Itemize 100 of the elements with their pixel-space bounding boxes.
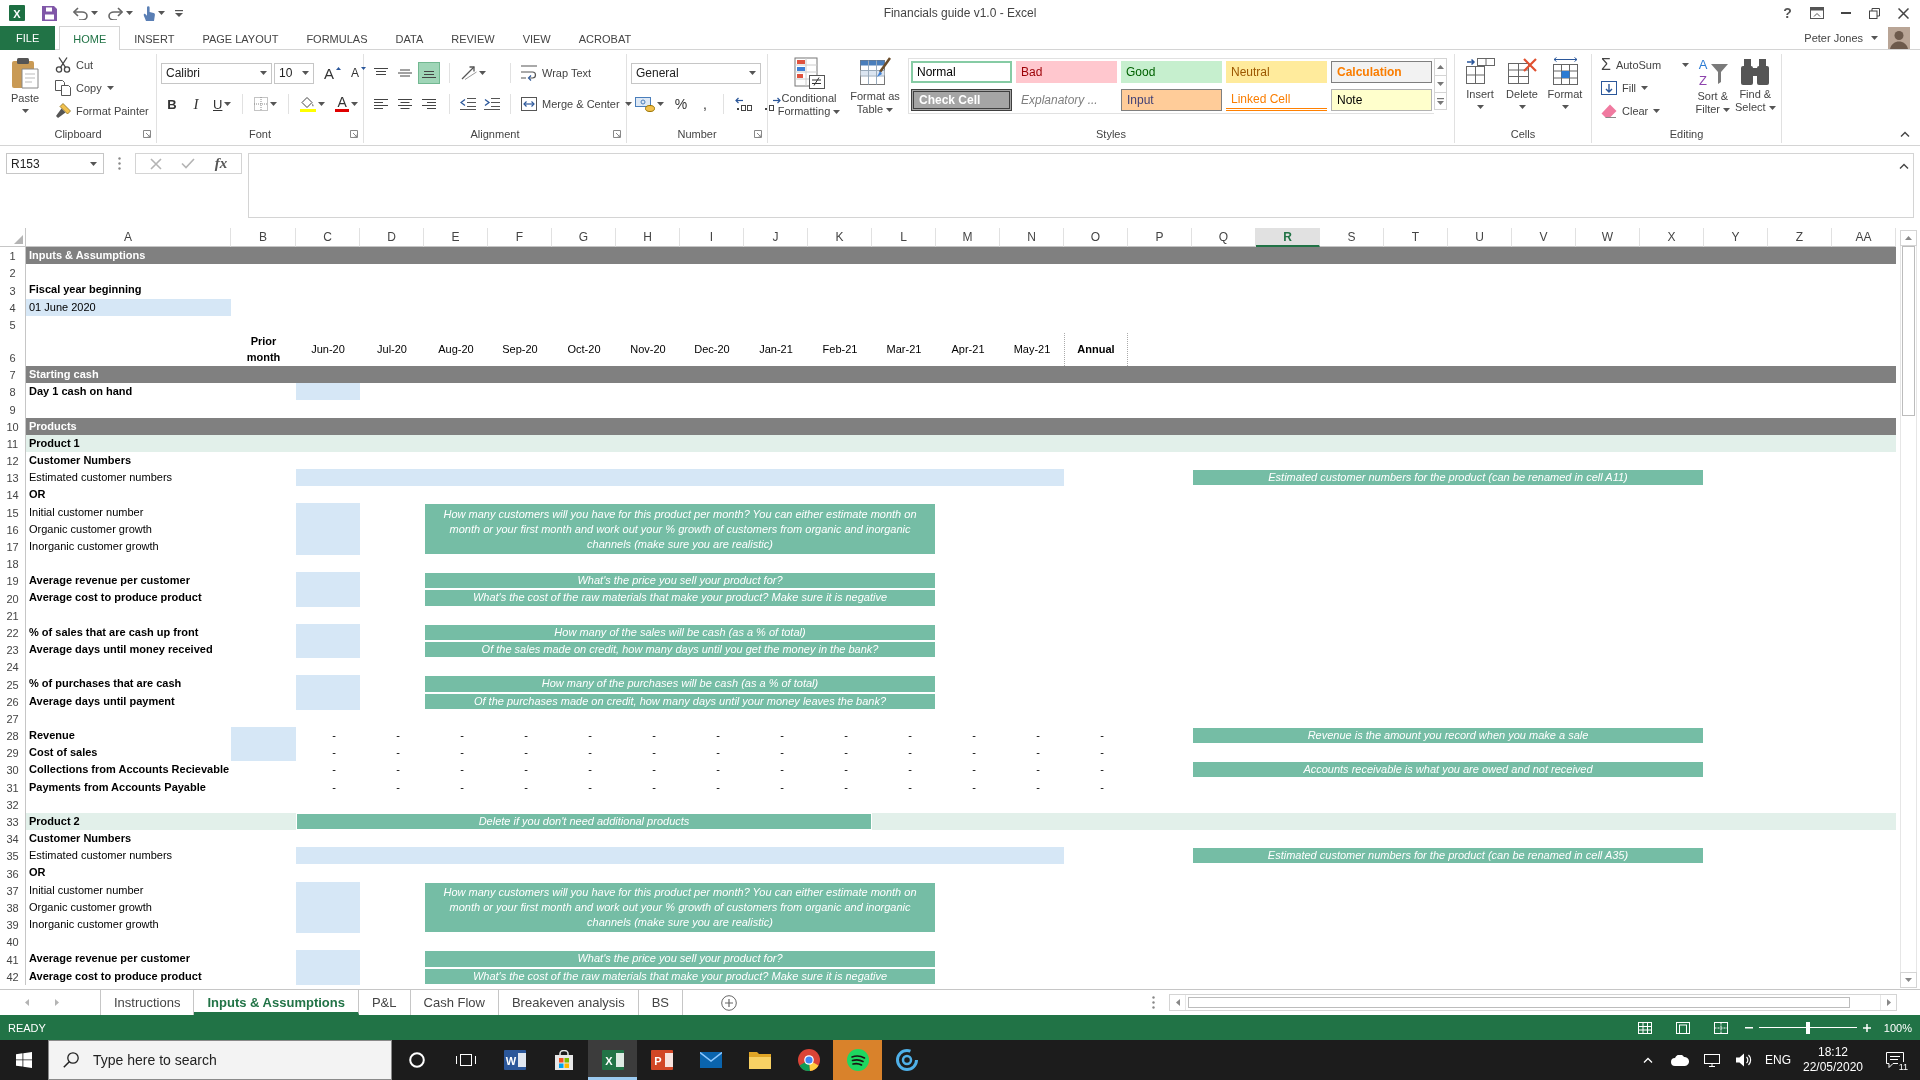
format-painter-button[interactable]: Format Painter bbox=[52, 100, 152, 122]
paste-button[interactable]: Paste bbox=[4, 54, 46, 113]
name-box[interactable]: R153 bbox=[6, 153, 104, 174]
grow-font-button[interactable]: A bbox=[320, 62, 345, 84]
input-cell[interactable] bbox=[296, 383, 360, 401]
column-header[interactable]: Z bbox=[1768, 228, 1832, 247]
cell-style-option[interactable]: Neutral bbox=[1226, 61, 1327, 83]
font-family-select[interactable]: Calibri bbox=[161, 62, 272, 84]
cell-style-option[interactable]: Note bbox=[1331, 89, 1432, 111]
column-header[interactable]: U bbox=[1448, 228, 1512, 247]
input-language-button[interactable]: ENG bbox=[1760, 1040, 1796, 1080]
ribbon-tab[interactable]: FORMULAS bbox=[292, 26, 382, 50]
ribbon-tab[interactable]: VIEW bbox=[508, 26, 565, 50]
column-header[interactable]: X bbox=[1640, 228, 1704, 247]
ribbon-tab[interactable]: DATA bbox=[381, 26, 438, 50]
shrink-font-button[interactable]: A bbox=[347, 62, 371, 84]
gallery-more-button[interactable] bbox=[1434, 92, 1447, 110]
ribbon-tab[interactable]: FILE bbox=[0, 26, 56, 50]
column-header[interactable]: R bbox=[1256, 228, 1320, 247]
dialog-launcher-icon[interactable] bbox=[754, 130, 762, 138]
gallery-down-button[interactable] bbox=[1434, 75, 1447, 93]
column-header[interactable]: AA bbox=[1832, 228, 1896, 247]
clear-button[interactable]: Clear bbox=[1598, 100, 1692, 122]
input-cell[interactable] bbox=[296, 950, 360, 968]
underline-button[interactable]: U bbox=[209, 93, 236, 115]
column-header[interactable]: M bbox=[936, 228, 1000, 247]
search-field[interactable]: Type here to search bbox=[48, 1040, 392, 1080]
account-button[interactable]: Peter Jones bbox=[1804, 31, 1878, 44]
bold-button[interactable]: B bbox=[161, 93, 183, 115]
input-cell[interactable] bbox=[296, 623, 360, 641]
cell-style-option[interactable]: Input bbox=[1121, 89, 1222, 111]
scroll-up-button[interactable] bbox=[1899, 230, 1917, 246]
column-header[interactable]: B bbox=[231, 228, 296, 247]
dialog-launcher-icon[interactable] bbox=[350, 130, 358, 138]
column-header[interactable]: V bbox=[1512, 228, 1576, 247]
new-sheet-button[interactable] bbox=[719, 992, 740, 1013]
cell-style-option[interactable]: Good bbox=[1121, 61, 1222, 83]
merge-center-button[interactable]: Merge & Center bbox=[518, 93, 635, 115]
input-cell[interactable] bbox=[231, 726, 296, 745]
formula-input[interactable] bbox=[248, 153, 1914, 218]
vertical-scrollbar[interactable] bbox=[1899, 246, 1917, 972]
column-header[interactable]: T bbox=[1384, 228, 1448, 247]
conditional-formatting-button[interactable]: Conditional Formatting bbox=[772, 54, 846, 118]
align-bottom-button[interactable] bbox=[418, 62, 440, 84]
scrollbar-thumb[interactable] bbox=[1901, 246, 1915, 416]
font-color-button[interactable]: A bbox=[331, 93, 362, 115]
fill-button[interactable]: Fill bbox=[1598, 77, 1692, 99]
input-cell[interactable] bbox=[296, 572, 360, 590]
input-cell[interactable] bbox=[296, 503, 360, 521]
format-as-table-button[interactable]: Format as Table bbox=[846, 54, 904, 116]
insert-button[interactable]: Insert bbox=[1459, 54, 1501, 109]
column-header[interactable]: K bbox=[808, 228, 872, 247]
taskbar-app-button[interactable]: X bbox=[588, 1040, 637, 1080]
taskbar-app-button[interactable]: P bbox=[637, 1040, 686, 1080]
taskbar-app-button[interactable]: W bbox=[490, 1040, 539, 1080]
dialog-launcher-icon[interactable] bbox=[613, 130, 621, 138]
cell-style-option[interactable]: Bad bbox=[1016, 61, 1117, 83]
help-button[interactable]: ? bbox=[1773, 0, 1802, 26]
percent-style-button[interactable]: % bbox=[670, 93, 692, 115]
delete-button[interactable]: Delete bbox=[1501, 54, 1543, 109]
scroll-down-button[interactable] bbox=[1899, 972, 1917, 988]
sort-filter-button[interactable]: A Z Sort & Filter bbox=[1692, 54, 1734, 116]
number-format-select[interactable]: General bbox=[631, 62, 761, 84]
ribbon-tab[interactable]: ACROBAT bbox=[564, 26, 646, 50]
column-header[interactable]: A bbox=[26, 228, 231, 247]
dialog-launcher-icon[interactable] bbox=[143, 130, 151, 138]
column-header[interactable]: P bbox=[1128, 228, 1192, 247]
wrap-text-button[interactable]: Wrap Text bbox=[518, 62, 595, 84]
cut-button[interactable]: Cut bbox=[52, 54, 152, 76]
ribbon-tab[interactable]: REVIEW bbox=[437, 26, 509, 50]
chevron-up-icon[interactable] bbox=[1899, 163, 1909, 169]
italic-button[interactable]: I bbox=[185, 93, 207, 115]
column-header[interactable]: Y bbox=[1704, 228, 1768, 247]
column-header[interactable]: D bbox=[360, 228, 424, 247]
column-header[interactable]: I bbox=[680, 228, 744, 247]
horizontal-scrollbar[interactable] bbox=[1185, 995, 1881, 1010]
notifications-button[interactable]: 11 bbox=[1870, 1040, 1920, 1080]
column-header[interactable]: L bbox=[872, 228, 936, 247]
column-header[interactable]: S bbox=[1320, 228, 1384, 247]
column-header[interactable]: N bbox=[1000, 228, 1064, 247]
chevron-up-icon[interactable] bbox=[1900, 131, 1910, 137]
column-header[interactable]: C bbox=[296, 228, 360, 247]
comma-style-button[interactable]: , bbox=[694, 93, 716, 115]
ribbon-tab[interactable]: HOME bbox=[59, 26, 121, 50]
input-range[interactable] bbox=[296, 847, 1064, 865]
copy-button[interactable]: Copy bbox=[52, 77, 152, 99]
column-header[interactable]: F bbox=[488, 228, 552, 247]
input-range[interactable] bbox=[296, 469, 1064, 487]
column-header[interactable]: G bbox=[552, 228, 616, 247]
input-cell[interactable] bbox=[231, 744, 296, 762]
column-header[interactable]: Q bbox=[1192, 228, 1256, 247]
scrollbar-thumb[interactable] bbox=[1188, 997, 1851, 1008]
ribbon-tab[interactable]: PAGE LAYOUT bbox=[188, 26, 293, 50]
cell-style-option[interactable]: Normal bbox=[911, 61, 1012, 83]
date-input-cell[interactable]: 01 June 2020 bbox=[26, 298, 231, 316]
zoom-slider-thumb[interactable] bbox=[1805, 1021, 1810, 1034]
column-header[interactable]: H bbox=[616, 228, 680, 247]
column-header[interactable]: W bbox=[1576, 228, 1640, 247]
input-cell[interactable] bbox=[296, 881, 360, 899]
format-button[interactable]: Format bbox=[1543, 54, 1587, 109]
